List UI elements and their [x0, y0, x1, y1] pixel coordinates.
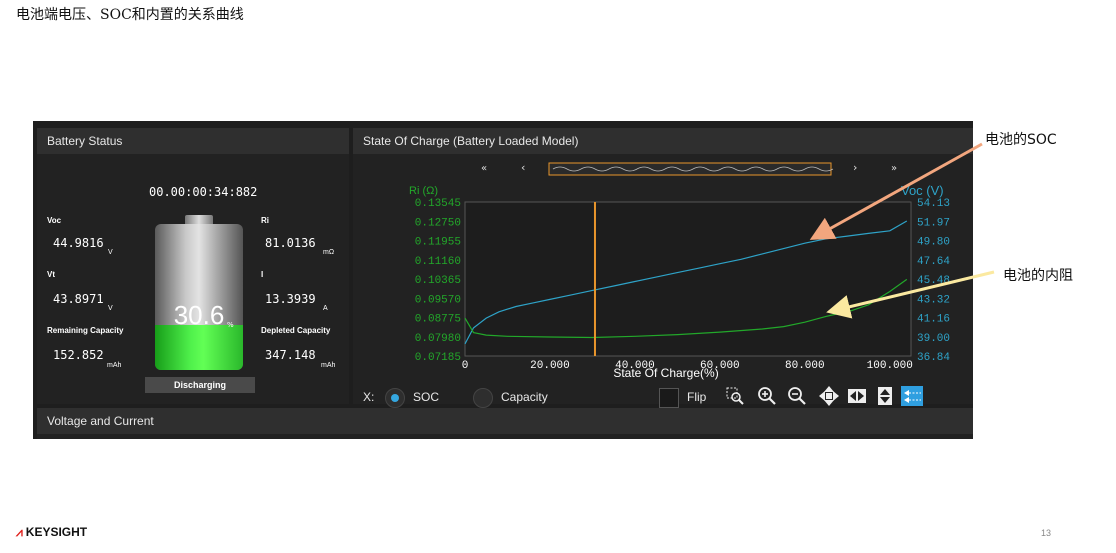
page-number: 13: [1041, 528, 1052, 538]
keysight-logo-text: KEYSIGHT: [25, 525, 88, 539]
keysight-logo: ⩘ KEYSIGHT: [16, 525, 87, 540]
keysight-wave-icon: ⩘: [16, 525, 23, 539]
soc-callout-label: 电池的SOC: [985, 132, 1057, 148]
ri-callout-arrow: [826, 270, 995, 319]
soc-callout-arrow: [809, 142, 983, 240]
callout-arrows: [809, 142, 995, 319]
ri-callout-label: 电池的内阻: [1003, 268, 1073, 284]
